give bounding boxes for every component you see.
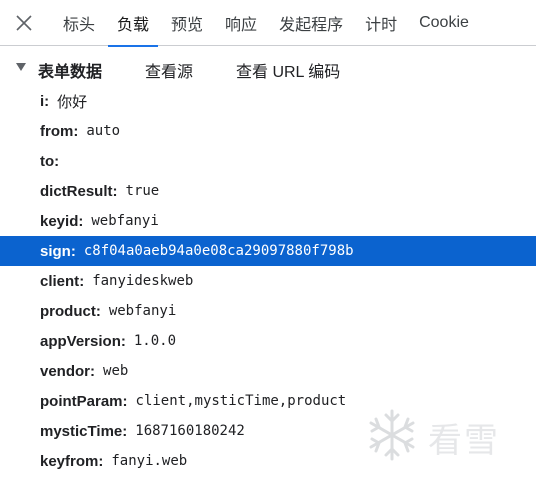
field-value: web <box>103 363 129 379</box>
field-value: fanyideskweb <box>92 273 194 289</box>
field-key: mysticTime <box>40 422 123 440</box>
field-value: fanyi.web <box>111 453 188 469</box>
expand-triangle-icon[interactable] <box>16 63 26 71</box>
tab-cookies[interactable]: Cookie <box>408 0 480 46</box>
tabs: 标头 负载 预览 响应 发起程序 计时 Cookie <box>52 0 480 47</box>
field-row-sign[interactable]: sign: c8f04a0aeb94a0e08ca29097880f798b <box>0 236 536 266</box>
field-value: c8f04a0aeb94a0e08ca29097880f798b <box>83 243 354 259</box>
close-icon <box>16 15 32 31</box>
field-row-product[interactable]: product: webfanyi <box>0 296 536 326</box>
close-button[interactable] <box>8 7 40 39</box>
field-value: true <box>125 183 160 199</box>
field-row-appversion[interactable]: appVersion: 1.0.0 <box>0 326 536 356</box>
form-data-header: 表单数据 查看源 查看 URL 编码 <box>0 54 536 82</box>
field-key: vendor <box>40 362 91 380</box>
field-key: product <box>40 302 96 320</box>
field-key: appVersion <box>40 332 121 350</box>
field-key: dictResult <box>40 182 113 200</box>
field-row-to[interactable]: to: <box>0 146 536 176</box>
tab-response[interactable]: 响应 <box>214 0 268 46</box>
field-value: webfanyi <box>91 213 159 229</box>
tab-headers[interactable]: 标头 <box>52 0 106 46</box>
field-key: keyfrom <box>40 452 99 470</box>
tab-timing[interactable]: 计时 <box>354 0 408 46</box>
field-row-from[interactable]: from: auto <box>0 116 536 146</box>
field-key: pointParam <box>40 392 123 410</box>
field-row-vendor[interactable]: vendor: web <box>0 356 536 386</box>
field-row-client[interactable]: client: fanyideskweb <box>0 266 536 296</box>
tab-payload[interactable]: 负载 <box>106 0 160 47</box>
watermark: 看雪 <box>362 405 522 465</box>
field-value: client,mysticTime,product <box>135 393 347 409</box>
view-source-link[interactable]: 查看源 <box>145 58 193 82</box>
field-value: 1687160180242 <box>135 423 245 439</box>
field-row-dictresult[interactable]: dictResult: true <box>0 176 536 206</box>
field-value: 你好 <box>57 92 88 111</box>
field-value: 1.0.0 <box>133 333 177 349</box>
tab-initiator[interactable]: 发起程序 <box>268 0 354 46</box>
watermark-text: 看雪 <box>428 421 500 461</box>
field-key: keyid <box>40 212 79 230</box>
field-value: auto <box>86 123 121 139</box>
devtools-payload-panel: 标头 负载 预览 响应 发起程序 计时 Cookie 表单数据 查看源 查看 U… <box>0 0 536 489</box>
view-url-encoded-link[interactable]: 查看 URL 编码 <box>236 58 340 82</box>
snowflake-icon <box>369 409 415 461</box>
field-row-i[interactable]: i: 你好 <box>0 86 536 116</box>
field-key: sign <box>40 242 71 260</box>
field-key: to <box>40 152 55 170</box>
section-title[interactable]: 表单数据 <box>38 58 102 82</box>
tab-preview[interactable]: 预览 <box>160 0 214 46</box>
tab-bar: 标头 负载 预览 响应 发起程序 计时 Cookie <box>0 0 536 47</box>
field-key: client <box>40 272 80 290</box>
field-value: webfanyi <box>108 303 177 319</box>
field-row-keyid[interactable]: keyid: webfanyi <box>0 206 536 236</box>
field-key: from <box>40 122 74 140</box>
